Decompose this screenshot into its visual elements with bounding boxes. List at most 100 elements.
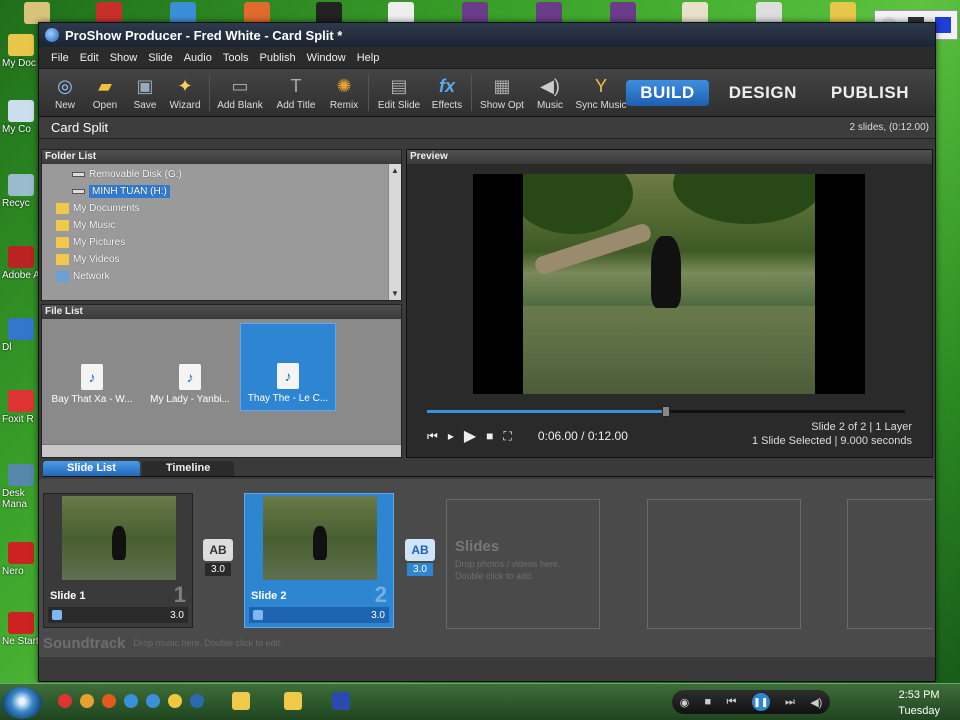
menu-publish[interactable]: Publish [260,52,296,64]
desktop-icon[interactable] [388,2,414,24]
file-list-scrollbar[interactable] [42,444,401,457]
desktop-icon[interactable] [536,2,562,24]
design-mode-button[interactable]: DESIGN [715,80,811,106]
taskbar-app-icon[interactable] [332,692,350,710]
empty-slide-slot[interactable]: Slides Drop photos / videos here. Double… [446,499,600,629]
start-button[interactable] [2,687,42,719]
desktop-icon[interactable]: Ne Start [2,612,42,647]
desktop-icon[interactable] [610,2,636,24]
desktop-icon[interactable]: Dl [2,318,42,353]
transition-selected[interactable]: AB 3.0 [403,539,437,576]
fullscreen-icon[interactable]: ⛶ [503,429,511,444]
menu-tools[interactable]: Tools [223,52,249,64]
folder-item-my-music[interactable]: My Music [42,217,401,234]
open-button[interactable]: ▰ Open [87,74,123,112]
play-icon[interactable]: ▶ [464,426,476,446]
slide-duration[interactable]: 3.0 [170,610,184,621]
remix-button[interactable]: ✺ Remix [326,74,362,112]
menu-show[interactable]: Show [110,52,138,64]
empty-slide-slot[interactable] [847,499,933,629]
desktop-icon[interactable] [170,2,196,24]
folder-item-my-pictures[interactable]: My Pictures [42,234,401,251]
skip-back-icon[interactable]: ⏮ [427,429,438,444]
quick-launch-icon[interactable] [168,694,182,708]
desktop-icon[interactable] [462,2,488,24]
transition-ab-icon[interactable]: AB [405,539,435,561]
scroll-up-icon[interactable]: ▲ [389,164,401,177]
wizard-button[interactable]: ✦ Wizard [167,74,203,112]
media-volume-icon[interactable]: ◀) [810,696,822,709]
desktop-icon[interactable]: Desk Mana [2,464,42,510]
media-shuffle-icon[interactable]: ◉ [680,696,690,709]
folder-scrollbar[interactable]: ▲ ▼ [388,164,401,300]
desktop-icon[interactable] [682,2,708,24]
transition-duration[interactable]: 3.0 [205,563,231,576]
slide-duration-bar[interactable]: 3.0 [48,607,188,623]
show-options-button[interactable]: ▦ Show Opt [476,74,528,112]
add-title-button[interactable]: T Add Title [270,74,322,112]
slide-card-selected[interactable]: Slide 2 2 3.0 [244,493,394,628]
transition-duration[interactable]: 3.0 [407,563,433,576]
taskbar-clock[interactable]: 2:53 PM Tuesday [898,687,940,719]
transition[interactable]: AB 3.0 [201,539,235,576]
desktop-icon[interactable] [830,2,856,24]
menu-file[interactable]: File [51,52,69,64]
menu-edit[interactable]: Edit [80,52,99,64]
file-tile[interactable]: ♪ My Lady - Yanbi... [142,323,238,411]
desktop-icon[interactable]: My Co [2,100,42,135]
add-blank-button[interactable]: ▭ Add Blank [214,74,266,112]
slide-duration-bar[interactable]: 3.0 [249,607,389,623]
desktop-icon[interactable]: Foxit R [2,390,42,425]
menu-slide[interactable]: Slide [148,52,172,64]
desktop-icon[interactable]: Nero [2,542,42,577]
quick-launch-icon[interactable] [80,694,94,708]
folder-item-minh-tuan[interactable]: MINH TUAN (H:) [42,183,401,200]
scroll-track[interactable] [389,177,401,287]
desktop-icon[interactable] [96,2,122,24]
desktop-icon[interactable] [756,2,782,24]
effects-button[interactable]: fx Effects [429,74,465,112]
quick-launch-icon[interactable] [190,694,204,708]
folder-item-removable-disk[interactable]: Removable Disk (G:) [42,166,401,183]
stop-icon[interactable]: ■ [486,429,493,443]
desktop-icon[interactable]: Recyc [2,174,42,209]
folder-item-my-videos[interactable]: My Videos [42,251,401,268]
firefox-icon[interactable] [102,694,116,708]
scroll-down-icon[interactable]: ▼ [389,287,401,300]
scrubber-handle[interactable] [662,406,670,417]
quick-launch-icon[interactable] [58,694,72,708]
taskbar-folder-icon[interactable] [284,692,302,710]
media-prev-icon[interactable]: ⏮ [727,696,737,709]
title-bar[interactable]: ProShow Producer - Fred White - Card Spl… [39,23,935,47]
file-tile[interactable]: ♪ Bay That Xa - W... [44,323,140,411]
slide-duration[interactable]: 3.0 [371,610,385,621]
publish-mode-button[interactable]: PUBLISH [817,80,923,106]
menu-window[interactable]: Window [307,52,346,64]
new-button[interactable]: ◎ New [47,74,83,112]
menu-audio[interactable]: Audio [184,52,212,64]
desktop-icon[interactable] [244,2,270,24]
folder-item-network[interactable]: Network [42,268,401,285]
desktop-icon[interactable]: Adobe A [2,246,42,281]
transition-ab-icon[interactable]: AB [203,539,233,561]
music-button[interactable]: ◀) Music [532,74,568,112]
menu-help[interactable]: Help [357,52,380,64]
preview-canvas[interactable] [473,174,865,394]
square-icon[interactable] [935,17,952,33]
step-forward-icon[interactable]: ▸ [448,429,454,443]
preview-scrubber[interactable] [427,406,905,417]
media-next-icon[interactable]: ⏭ [785,696,795,709]
slide-sound-icon[interactable] [253,610,263,620]
desktop-icon[interactable]: My Doc [2,34,42,69]
edit-slide-button[interactable]: ▤ Edit Slide [373,74,425,112]
quick-launch-icon[interactable] [124,694,138,708]
desktop-icon[interactable] [24,2,50,24]
slide-sound-icon[interactable] [52,610,62,620]
save-button[interactable]: ▣ Save [127,74,163,112]
build-mode-button[interactable]: BUILD [626,80,709,106]
media-stop-icon[interactable]: ■ [705,696,712,708]
slide-card[interactable]: Slide 1 1 3.0 [43,493,193,628]
tab-slide-list[interactable]: Slide List [43,461,140,476]
folder-item-my-documents[interactable]: My Documents [42,200,401,217]
taskbar-folder-icon[interactable] [232,692,250,710]
